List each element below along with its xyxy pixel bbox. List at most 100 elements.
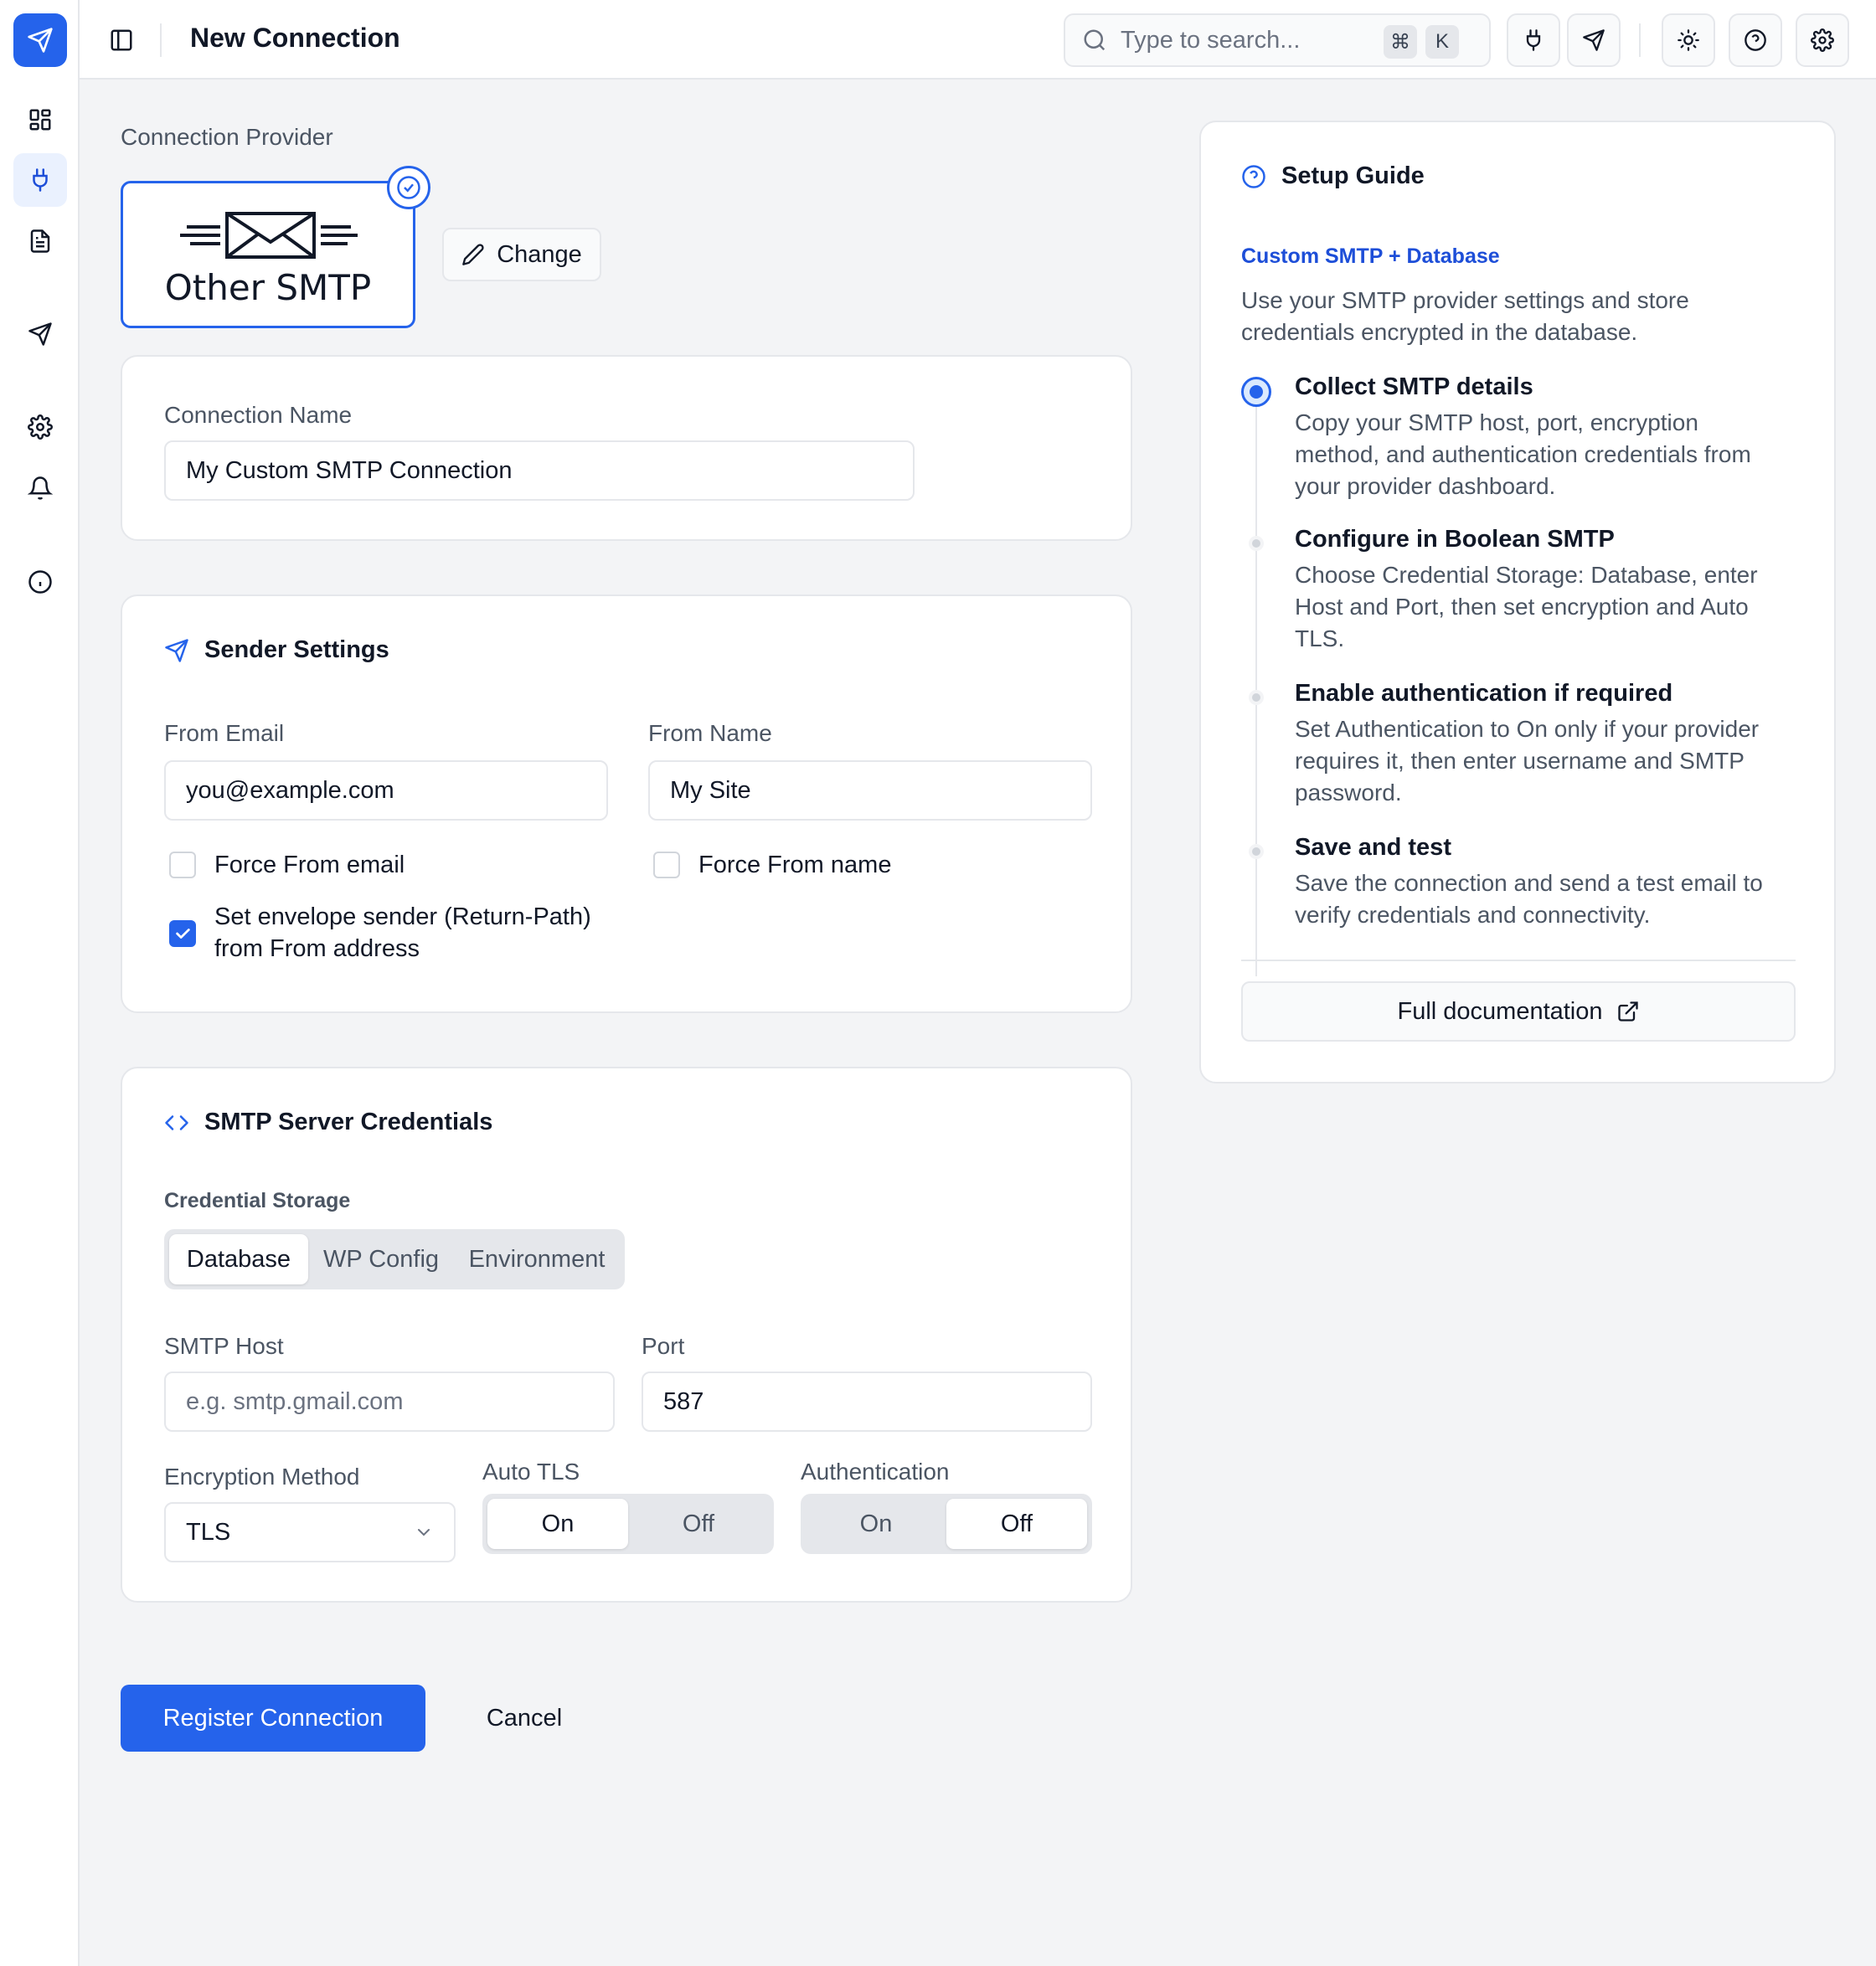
storage-option-database[interactable]: Database	[169, 1234, 308, 1284]
smtp-host-input[interactable]: e.g. smtp.gmail.com	[164, 1372, 615, 1432]
setup-guide-title: Setup Guide	[1241, 162, 1425, 190]
auto-tls-on[interactable]: On	[487, 1499, 628, 1549]
envelope-sender-label-line2: from From address	[214, 935, 420, 962]
app-logo-button[interactable]	[13, 13, 67, 67]
port-input[interactable]: 587	[642, 1372, 1092, 1432]
force-from-name-checkbox[interactable]	[653, 852, 680, 878]
envelope-logo-icon	[177, 208, 361, 262]
step-1-line: your provider dashboard.	[1295, 473, 1556, 499]
envelope-sender-label: Set envelope sender (Return-Path) from F…	[214, 901, 591, 965]
plug-icon	[1522, 28, 1545, 52]
register-connection-button[interactable]: Register Connection	[121, 1685, 425, 1752]
step-4-line: verify credentials and connectivity.	[1295, 902, 1651, 928]
theme-toggle-button[interactable]	[1662, 13, 1715, 67]
smtp-credentials-title-text: SMTP Server Credentials	[204, 1109, 493, 1135]
settings-button[interactable]	[1796, 13, 1849, 67]
provider-name: Other SMTP	[164, 267, 372, 308]
storage-option-wp-config[interactable]: WP Config	[308, 1234, 454, 1284]
sidebar-toggle-button[interactable]	[105, 23, 138, 57]
smtp-credentials-title: SMTP Server Credentials	[164, 1109, 492, 1136]
connections-button[interactable]	[1507, 13, 1560, 67]
sidebar-item-settings[interactable]	[13, 400, 67, 454]
search-input[interactable]: Type to search... ⌘ K	[1064, 13, 1491, 67]
encryption-method-value: TLS	[186, 1518, 231, 1546]
sender-settings-card: Sender Settings From Email you@example.c…	[121, 594, 1132, 1013]
external-link-icon	[1616, 1000, 1640, 1023]
step-2-line: Host and Port, then set encryption and A…	[1295, 594, 1749, 620]
help-icon	[1744, 28, 1767, 52]
page-title: New Connection	[190, 23, 400, 53]
top-header: New Connection Type to search... ⌘ K	[80, 0, 1876, 80]
help-button[interactable]	[1729, 13, 1782, 67]
credential-storage-segmented: Database WP Config Environment	[164, 1229, 625, 1289]
authentication-on[interactable]: On	[806, 1499, 946, 1549]
checkmark-icon	[173, 924, 192, 943]
connection-name-label: Connection Name	[164, 402, 353, 428]
auto-tls-off[interactable]: Off	[628, 1499, 769, 1549]
sidebar-item-dashboard[interactable]	[13, 93, 67, 147]
setup-guide-title-text: Setup Guide	[1281, 162, 1425, 189]
full-documentation-label: Full documentation	[1397, 997, 1603, 1025]
auto-tls-label: Auto TLS	[482, 1459, 580, 1485]
step-4-line: Save the connection and send a test emai…	[1295, 870, 1763, 896]
sidebar-item-send[interactable]	[13, 307, 67, 361]
step-1-line: Copy your SMTP host, port, encryption	[1295, 409, 1698, 435]
from-name-label: From Name	[648, 720, 772, 746]
sidebar	[0, 0, 80, 1966]
from-name-input[interactable]: My Site	[648, 760, 1092, 821]
step-3-line: requires it, then enter username and SMT…	[1295, 748, 1745, 774]
encryption-method-label: Encryption Method	[164, 1464, 360, 1490]
help-icon	[1241, 164, 1266, 189]
cancel-button[interactable]: Cancel	[452, 1685, 596, 1752]
header-divider	[160, 23, 162, 57]
authentication-label: Authentication	[801, 1459, 950, 1485]
smtp-host-label: SMTP Host	[164, 1333, 284, 1359]
step-2-desc: Choose Credential Storage: Database, ent…	[1295, 559, 1797, 655]
bell-icon	[28, 476, 53, 501]
guide-divider	[1241, 960, 1796, 961]
sidebar-item-logs[interactable]	[13, 214, 67, 268]
kbd-k: K	[1425, 25, 1459, 59]
document-icon	[28, 229, 53, 254]
sidebar-item-about[interactable]	[13, 555, 67, 609]
step-4-marker	[1249, 844, 1264, 859]
smtp-credentials-card: SMTP Server Credentials Credential Stora…	[121, 1067, 1132, 1603]
sidebar-item-connections[interactable]	[13, 153, 67, 207]
step-3-line: Set Authentication to On only if your pr…	[1295, 716, 1760, 742]
pencil-icon	[461, 243, 485, 266]
step-2-line: Choose Credential Storage: Database, ent…	[1295, 562, 1758, 588]
code-icon	[164, 1110, 189, 1135]
encryption-method-select[interactable]: TLS	[164, 1502, 456, 1562]
step-3-marker	[1249, 690, 1264, 705]
send-test-button[interactable]	[1567, 13, 1621, 67]
step-1-marker	[1241, 377, 1271, 407]
envelope-sender-label-line1: Set envelope sender (Return-Path)	[214, 903, 591, 930]
sun-icon	[1677, 28, 1700, 52]
envelope-sender-checkbox[interactable]	[169, 920, 196, 947]
full-documentation-button[interactable]: Full documentation	[1241, 981, 1796, 1042]
force-from-name-label: Force From name	[698, 852, 892, 878]
sidebar-item-notifications[interactable]	[13, 461, 67, 515]
sender-settings-title-text: Sender Settings	[204, 636, 389, 663]
provider-card-other-smtp[interactable]: Other SMTP	[121, 181, 415, 328]
sender-settings-title: Sender Settings	[164, 636, 389, 664]
credential-storage-label: Credential Storage	[164, 1189, 351, 1212]
force-from-email-checkbox[interactable]	[169, 852, 196, 878]
step-3-desc: Set Authentication to On only if your pr…	[1295, 713, 1797, 809]
authentication-off[interactable]: Off	[946, 1499, 1087, 1549]
step-2-title: Configure in Boolean SMTP	[1295, 526, 1615, 553]
connection-name-card: Connection Name My Custom SMTP Connectio…	[121, 355, 1132, 541]
step-1-desc: Copy your SMTP host, port, encryption me…	[1295, 407, 1797, 502]
chevron-down-icon	[414, 1522, 434, 1542]
change-provider-button[interactable]: Change	[442, 228, 601, 281]
dashboard-icon	[28, 107, 53, 132]
setup-guide-card: Setup Guide Custom SMTP + Database Use y…	[1199, 121, 1836, 1083]
connection-name-input[interactable]: My Custom SMTP Connection	[164, 440, 915, 501]
from-email-input[interactable]: you@example.com	[164, 760, 608, 821]
paper-plane-icon	[27, 27, 54, 54]
send-icon	[164, 638, 189, 663]
step-1-title: Collect SMTP details	[1295, 373, 1533, 400]
storage-option-environment[interactable]: Environment	[454, 1234, 620, 1284]
gear-icon	[28, 414, 53, 440]
send-icon	[28, 322, 53, 347]
